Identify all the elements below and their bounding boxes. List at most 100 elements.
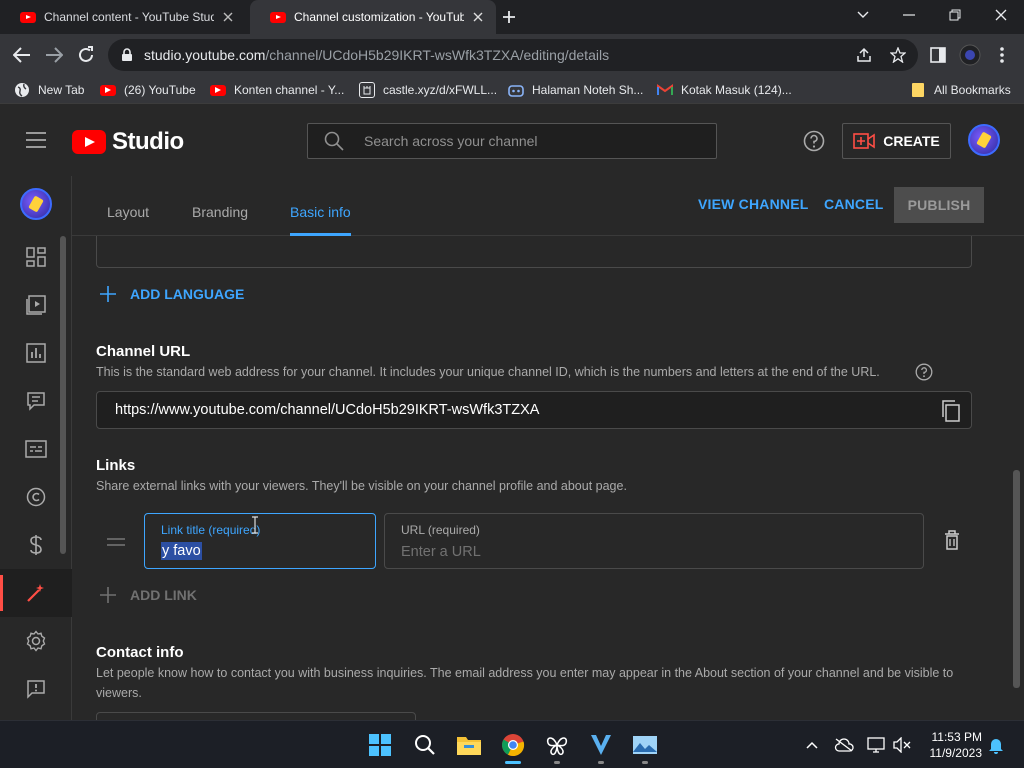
search-box[interactable] [307,123,717,159]
close-window-icon[interactable] [978,0,1024,30]
create-button-label: CREATE [883,133,940,149]
link-url-input[interactable] [401,544,901,560]
bookmarks-bar: New Tab (26) YouTube Konten channel - Y.… [0,76,1024,104]
sidebar-item-customization[interactable] [0,569,72,617]
channel-url-help-icon[interactable] [915,363,933,381]
browser-tab-channel-customization[interactable]: Channel customization - YouTube Studio [250,0,496,34]
studio-logo-text: Studio [112,128,184,155]
share-icon[interactable] [856,47,872,63]
sidebar-item-settings[interactable] [0,617,72,665]
display-monitor-icon[interactable] [866,735,886,755]
contact-info-description: Let people know how to contact you with … [96,666,954,700]
cloud-sync-off-icon[interactable] [834,735,854,755]
tab-branding[interactable]: Branding [192,204,248,220]
cancel-button[interactable]: CANCEL [824,196,884,212]
app-editor-icon[interactable] [587,731,615,759]
studio-logo[interactable]: Studio [72,128,184,156]
email-field[interactable] [96,712,416,720]
app-butterfly-icon[interactable] [543,731,571,759]
search-input[interactable] [364,133,684,149]
youtube-favicon-icon [270,11,286,23]
bookmark-label: Kotak Masuk (124)... [681,83,792,97]
chrome-active-indicator [505,761,521,764]
link-title-value[interactable]: y favo [161,542,202,560]
bookmark-konten-channel[interactable]: Konten channel - Y... [210,81,344,99]
reload-icon[interactable] [74,43,98,67]
sidebar-item-feedback[interactable] [0,665,72,713]
notification-bell-icon[interactable] [986,735,1006,755]
link-title-field[interactable]: Link title (required) y favo [144,513,376,569]
lock-icon[interactable] [120,48,134,62]
bookmark-label: (26) YouTube [124,83,196,97]
show-hidden-icons-chevron-icon[interactable] [802,735,822,755]
chrome-icon[interactable] [499,731,527,759]
channel-url-value: https://www.youtube.com/channel/UCdoH5b2… [115,402,540,418]
add-link-button[interactable]: ADD LINK [98,585,197,605]
subtitles-icon [25,440,47,458]
text-cursor-icon [251,516,259,534]
link-url-field[interactable]: URL (required) [384,513,924,569]
view-channel-button[interactable]: VIEW CHANNEL [698,196,809,212]
add-language-button[interactable]: ADD LANGUAGE [98,284,244,304]
search-icon[interactable] [411,731,439,759]
bookmark-label: All Bookmarks [934,83,1011,97]
windows-start-icon[interactable] [366,731,394,759]
back-arrow-icon[interactable] [10,43,34,67]
app-running-indicator [598,761,604,764]
account-avatar[interactable] [968,124,1000,156]
copy-icon[interactable] [941,400,961,422]
clock-date: 11/9/2023 [929,746,983,760]
file-explorer-icon[interactable] [455,731,483,759]
help-icon[interactable] [803,130,825,152]
comments-icon [27,392,45,411]
profile-icon[interactable] [958,43,982,67]
bookmark-new-tab[interactable]: New Tab [14,81,84,99]
tab-basic-info[interactable]: Basic info [290,204,351,220]
new-tab-icon[interactable] [500,8,518,26]
customization-wand-icon [27,584,44,602]
bookmark-label: New Tab [38,83,85,97]
side-panel-icon[interactable] [926,43,950,67]
close-tab-icon[interactable] [470,9,486,25]
app-photos-icon[interactable] [631,731,659,759]
sidebar-scrollbar[interactable] [60,236,66,554]
hamburger-menu-icon[interactable] [26,131,46,149]
content-play-icon [26,295,46,315]
close-tab-icon[interactable] [220,9,236,25]
address-bar-url: studio.youtube.com/channel/UCdoH5b29IKRT… [144,47,610,63]
browser-menu-icon[interactable] [990,43,1014,67]
publish-button[interactable]: PUBLISH [894,187,984,223]
bookmark-castle[interactable]: castle.xyz/d/xFWLL... [359,81,497,99]
bookmark-star-icon[interactable] [890,47,906,63]
bookmark-gmail[interactable]: Kotak Masuk (124)... [657,81,792,99]
folder-icon [910,82,926,98]
channel-avatar[interactable] [20,188,52,220]
restore-window-icon[interactable] [932,0,978,30]
feedback-icon [27,680,45,699]
bookmark-all-bookmarks[interactable]: All Bookmarks [910,81,1011,99]
address-bar[interactable]: studio.youtube.com/channel/UCdoH5b29IKRT… [108,39,918,71]
channel-url-description: This is the standard web address for you… [96,365,880,379]
customization-tabs-bar: Layout Branding Basic info VIEW CHANNEL … [72,176,1024,236]
tab-layout[interactable]: Layout [107,204,149,220]
copyright-icon [26,487,46,507]
plus-icon [98,284,118,304]
forward-arrow-icon[interactable] [42,43,66,67]
gmail-icon [657,82,673,98]
system-clock[interactable]: 11:53 PM 11/9/2023 [918,729,983,761]
browser-tab-channel-content[interactable]: Channel content - YouTube Studio [0,0,246,34]
drag-handle-icon[interactable] [106,537,126,547]
delete-link-trash-icon[interactable] [944,530,960,550]
minimize-window-icon[interactable] [886,0,932,30]
bookmark-youtube[interactable]: (26) YouTube [100,81,196,99]
main-scrollbar[interactable] [1013,470,1020,688]
channel-url-field[interactable]: https://www.youtube.com/channel/UCdoH5b2… [96,391,972,429]
description-field[interactable] [96,236,972,268]
bookmark-halaman[interactable]: Halaman Noteh Sh... [508,81,643,99]
youtube-logo-icon [72,130,106,154]
tab-search-chevron-icon[interactable] [840,0,886,30]
volume-muted-icon[interactable] [892,735,912,755]
browser-tab-strip: Channel content - YouTube Studio Channel… [0,0,1024,34]
create-button[interactable]: CREATE [842,123,951,159]
bookmark-label: Konten channel - Y... [234,83,345,97]
